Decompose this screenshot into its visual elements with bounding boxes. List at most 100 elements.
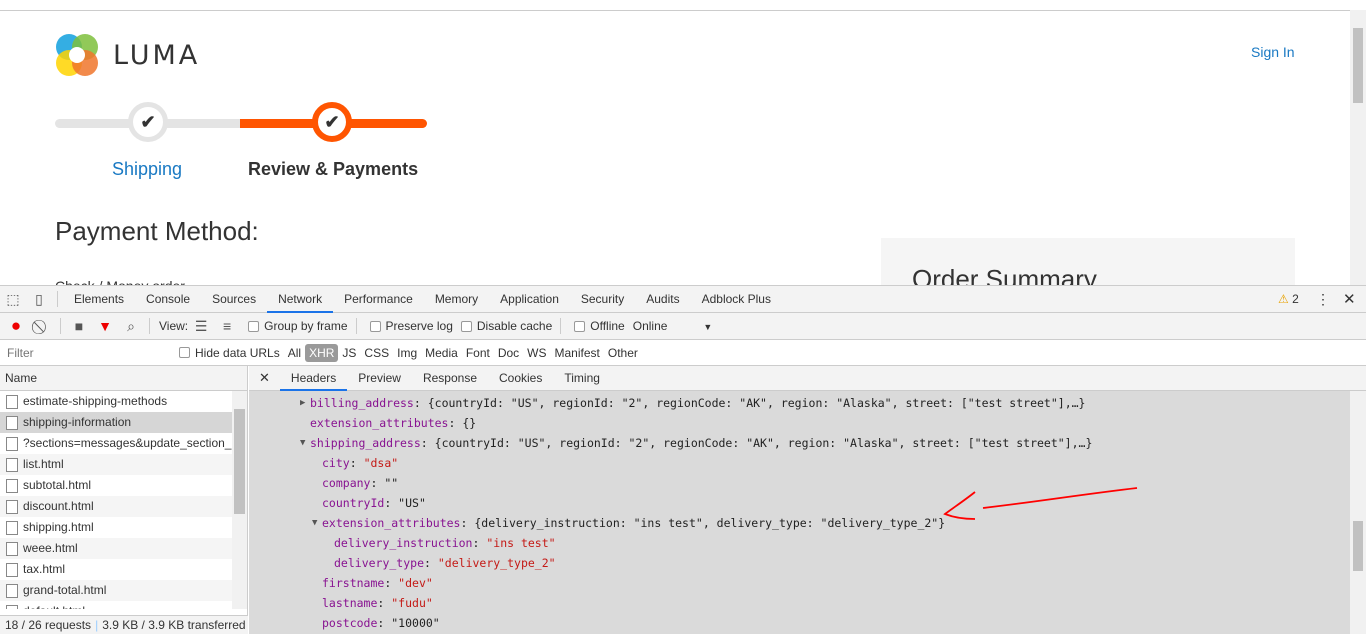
close-detail-icon[interactable]: ✕ <box>249 370 280 386</box>
filter-type-img[interactable]: Img <box>393 346 421 360</box>
luma-logo[interactable]: LUMA <box>55 33 200 77</box>
request-count: 18 / 26 requests <box>5 618 92 632</box>
name-column-header[interactable]: Name <box>0 366 247 391</box>
throttle-select[interactable]: Online ▼ <box>633 319 713 333</box>
detail-tabbar: ✕ Headers Preview Response Cookies Timing <box>249 366 1366 391</box>
request-row[interactable]: weee.html <box>0 538 232 559</box>
page-scrollbar[interactable] <box>1350 10 1366 285</box>
payload-value: "US" <box>398 496 426 510</box>
request-row[interactable]: tax.html <box>0 559 232 580</box>
more-options-icon[interactable]: ⋮ <box>1316 291 1330 308</box>
payload-key: firstname <box>322 576 385 590</box>
throttle-value: Online <box>632 319 668 333</box>
inspect-element-icon[interactable]: ⬚ <box>0 291 26 308</box>
sign-in-link[interactable]: Sign In <box>1251 44 1295 60</box>
hide-data-urls-checkbox[interactable] <box>179 347 190 358</box>
record-icon[interactable]: ● <box>3 316 29 336</box>
expand-triangle-icon[interactable]: ▼ <box>300 433 305 453</box>
detail-tab-timing[interactable]: Timing <box>553 366 611 391</box>
request-row[interactable]: subtotal.html <box>0 475 232 496</box>
tab-sources[interactable]: Sources <box>201 286 267 313</box>
preserve-log-checkbox[interactable] <box>369 320 381 332</box>
filter-type-xhr[interactable]: XHR <box>305 343 339 362</box>
payload-line: extension_attributes: {} <box>310 416 477 430</box>
detail-tab-headers[interactable]: Headers <box>279 366 348 391</box>
warning-icon[interactable]: ⚠ 2 <box>1278 292 1299 306</box>
payload-key: countryId <box>322 496 385 510</box>
tab-security[interactable]: Security <box>570 286 635 313</box>
detail-tab-cookies[interactable]: Cookies <box>488 366 553 391</box>
tab-audits[interactable]: Audits <box>635 286 690 313</box>
payload-key: extension_attributes <box>310 416 449 430</box>
disable-cache-label: Disable cache <box>476 319 553 333</box>
expand-triangle-icon[interactable]: ▼ <box>312 513 317 533</box>
request-name: discount.html <box>23 499 94 513</box>
waterfall-icon[interactable]: ≡ <box>214 318 240 334</box>
step-shipping-label[interactable]: Shipping <box>112 159 182 180</box>
request-row[interactable]: shipping.html <box>0 517 232 538</box>
step-shipping-check-icon[interactable]: ✔ <box>128 102 168 142</box>
request-name: shipping.html <box>23 520 94 534</box>
request-row[interactable]: grand-total.html <box>0 580 232 601</box>
request-row[interactable]: list.html <box>0 454 232 475</box>
payload-line[interactable]: ▼ extension_attributes: {delivery_instruc… <box>312 513 946 533</box>
clear-icon[interactable]: ⃠ <box>29 318 55 335</box>
brand-name: LUMA <box>113 39 201 71</box>
chevron-down-icon: ▼ <box>703 322 713 332</box>
step-review-label: Review & Payments <box>248 159 419 179</box>
detail-scrollbar[interactable] <box>1350 391 1366 634</box>
device-toolbar-icon[interactable]: ▯ <box>26 291 52 308</box>
group-by-frame-checkbox[interactable] <box>248 320 260 332</box>
filter-type-css[interactable]: CSS <box>360 346 393 360</box>
tab-console[interactable]: Console <box>135 286 201 313</box>
request-row[interactable]: shipping-information <box>0 412 232 433</box>
tab-application[interactable]: Application <box>489 286 570 313</box>
filter-type-media[interactable]: Media <box>421 346 462 360</box>
network-status-bar: 18 / 26 requests | 3.9 KB / 3.9 KB transfe… <box>0 615 248 634</box>
filter-type-font[interactable]: Font <box>462 346 494 360</box>
request-row[interactable]: estimate-shipping-methods <box>0 391 232 412</box>
tab-performance[interactable]: Performance <box>333 286 424 313</box>
filter-type-all[interactable]: All <box>284 346 305 360</box>
request-row[interactable]: default.html <box>0 601 232 609</box>
luma-logo-icon <box>56 34 98 76</box>
filter-icon[interactable]: ▼ <box>92 318 118 334</box>
payload-value: {delivery_instruction: "ins test", deliv… <box>474 516 946 530</box>
request-row[interactable]: ?sections=messages&update_section_i... <box>0 433 232 454</box>
payload-value: "fudu" <box>391 596 433 610</box>
filter-type-other[interactable]: Other <box>604 346 642 360</box>
payload-line[interactable]: ▼ shipping_address: {countryId: "US", reg… <box>300 433 1093 453</box>
request-list-scrollbar[interactable] <box>232 391 247 609</box>
search-icon[interactable]: ⌕ <box>118 318 144 335</box>
tab-network[interactable]: Network <box>267 286 334 313</box>
request-payload-tree: ▶ billing_address: {countryId: "US", regi… <box>249 391 1350 634</box>
filter-type-ws[interactable]: WS <box>523 346 550 360</box>
filter-type-doc[interactable]: Doc <box>494 346 523 360</box>
capture-screenshots-icon[interactable]: ■ <box>66 318 92 334</box>
payload-line[interactable]: ▶ billing_address: {countryId: "US", regi… <box>300 393 1085 413</box>
large-rows-icon[interactable]: ☰ <box>188 318 214 335</box>
preserve-log-label: Preserve log <box>385 319 453 333</box>
offline-checkbox[interactable] <box>574 320 586 332</box>
disable-cache-checkbox[interactable] <box>460 320 472 332</box>
detail-tab-preview[interactable]: Preview <box>347 366 412 391</box>
payload-line: countryId: "US" <box>322 496 426 510</box>
detail-tab-response[interactable]: Response <box>412 366 488 391</box>
filter-type-js[interactable]: JS <box>338 346 360 360</box>
tab-elements[interactable]: Elements <box>63 286 135 313</box>
document-icon <box>6 499 18 514</box>
collapse-triangle-icon[interactable]: ▶ <box>300 393 305 413</box>
payload-value: "dsa" <box>363 456 399 470</box>
close-devtools-icon[interactable]: ✕ <box>1343 290 1356 308</box>
step-review-check-icon: ✔ <box>312 102 352 142</box>
tab-adblock-plus[interactable]: Adblock Plus <box>691 286 782 313</box>
filter-input[interactable] <box>5 343 167 362</box>
payload-line: firstname: "dev" <box>322 576 433 590</box>
payload-value: {countryId: "US", regionId: "2", regionC… <box>434 436 1093 450</box>
request-row[interactable]: discount.html <box>0 496 232 517</box>
tab-memory[interactable]: Memory <box>424 286 489 313</box>
document-icon <box>6 520 18 535</box>
document-icon <box>6 436 18 451</box>
document-icon <box>6 457 18 472</box>
filter-type-manifest[interactable]: Manifest <box>551 346 604 360</box>
